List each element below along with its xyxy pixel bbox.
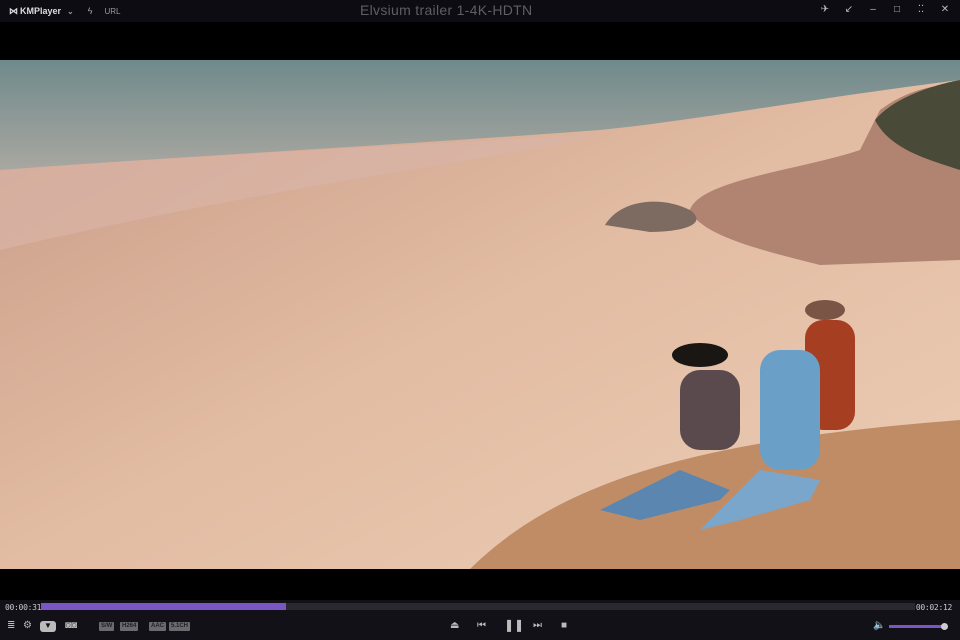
pause-icon[interactable]: ❚❚ xyxy=(504,618,524,632)
capture-icon[interactable]: ▼ xyxy=(40,621,56,632)
next-icon[interactable]: ⏭ xyxy=(533,620,542,631)
fullscreen-icon[interactable]: ⁚⁚ xyxy=(914,3,928,17)
title-bar: ⋈ KMPlayer ⌄ ϟ URL Elvsium trailer 1-4K-… xyxy=(0,0,960,22)
video-frame[interactable] xyxy=(0,60,960,569)
minimize-icon[interactable]: – xyxy=(866,3,880,17)
window-title: Elvsium trailer 1-4K-HDTN xyxy=(360,2,533,18)
app-menu-button[interactable]: ⋈ KMPlayer ⌄ xyxy=(9,6,74,17)
seek-row: 00:00:31 00:02:12 xyxy=(0,600,960,614)
settings-gear-icon[interactable]: ⚙ xyxy=(23,620,32,631)
elapsed-time: 00:00:31 xyxy=(5,602,42,612)
eject-icon[interactable]: ⏏ xyxy=(450,620,459,631)
volume-slider[interactable] xyxy=(889,625,944,628)
badge-channels: 5.1CH xyxy=(169,622,191,631)
app-name: KMPlayer xyxy=(20,6,62,16)
close-icon[interactable]: ✕ xyxy=(938,3,952,17)
mini-mode-icon[interactable]: ↙ xyxy=(842,3,856,17)
letterbox-bottom xyxy=(0,569,960,600)
vr-glasses-icon[interactable]: ◙◙ xyxy=(65,620,77,631)
badge-audio: AAC xyxy=(149,622,166,631)
url-button[interactable]: URL xyxy=(105,7,121,16)
seek-bar[interactable] xyxy=(41,603,915,610)
previous-icon[interactable]: ⏮ xyxy=(477,620,486,631)
badge-sw: S/W xyxy=(99,622,115,631)
playlist-icon[interactable]: ≣ xyxy=(7,620,15,631)
letterbox-top xyxy=(0,22,960,60)
maximize-icon[interactable]: □ xyxy=(890,3,904,17)
chevron-down-icon: ⌄ xyxy=(67,6,74,16)
badge-codec: H264 xyxy=(120,622,139,631)
stop-icon[interactable]: ■ xyxy=(561,620,567,631)
total-time: 00:02:12 xyxy=(915,602,952,612)
control-bar: ≣ ⚙ ▼ ◙◙ S/W H264 AAC 5.1CH ⏏ ⏮ ❚❚ ⏭ ■ 🔈 xyxy=(0,614,960,640)
pin-icon[interactable]: ✈ xyxy=(818,3,832,17)
lightning-icon[interactable]: ϟ xyxy=(88,6,93,16)
beach-scene-image xyxy=(0,60,960,569)
kmplayer-logo-icon: ⋈ xyxy=(9,5,18,16)
volume-knob[interactable] xyxy=(941,623,948,630)
seek-progress xyxy=(41,603,286,610)
volume-icon[interactable]: 🔈 xyxy=(873,620,885,631)
